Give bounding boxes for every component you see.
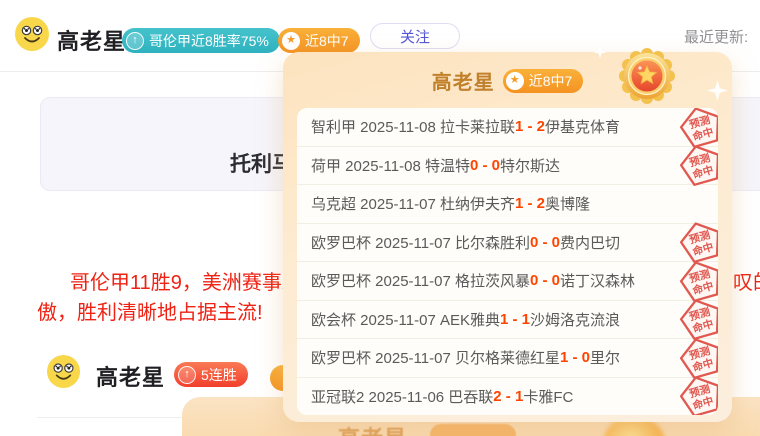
match-score: 1 - 2	[515, 195, 545, 212]
article-red-text-line1-tail: 叹的	[733, 266, 760, 295]
match-prefix: 荷甲 2025-11-08 特温特	[311, 155, 470, 176]
match-away: 卡雅FC	[523, 386, 573, 407]
star-icon: ★	[506, 72, 524, 90]
last-updated-label: 最近更新:	[684, 26, 748, 47]
star-icon: ★	[282, 32, 300, 50]
match-prefix: 亚冠联2 2025-11-06 巴吞联	[311, 386, 493, 407]
ghost-user-name: 高老星	[338, 421, 407, 436]
prediction-row[interactable]: 乌克超 2025-11-07 杜纳伊夫齐1 - 2奥博隆	[297, 185, 718, 224]
match-prefix: 智利甲 2025-11-08 拉卡莱拉联	[311, 116, 515, 137]
match-away: 特尔斯达	[500, 155, 560, 176]
article-red-text-line1: 哥伦甲11胜9，美洲赛事发	[70, 266, 302, 295]
match-away: 奥博隆	[545, 193, 590, 214]
streak-rate-label: 哥伦甲近8胜率75%	[149, 31, 269, 51]
streak-rate-badge: ↑ 哥伦甲近8胜率75%	[122, 28, 280, 53]
prediction-row[interactable]: 欧罗巴杯 2025-11-07 贝尔格莱德红星1 - 0里尔 预测 命中	[297, 339, 718, 378]
popup-hits-badge: ★ 近8中7	[503, 69, 584, 93]
gold-medal-icon	[617, 46, 677, 106]
prediction-row[interactable]: 亚冠联2 2025-11-06 巴吞联2 - 1卡雅FC 预测 命中	[297, 378, 718, 416]
hits-badge: ★ 近8中7	[278, 28, 360, 53]
popup-hits-label: 近8中7	[529, 71, 573, 91]
prediction-row[interactable]: 智利甲 2025-11-08 拉卡莱拉联1 - 2伊基克体育 预测 命中	[297, 108, 718, 147]
user-name-2[interactable]: 高老星	[96, 360, 165, 392]
up-arrow-icon: ↑	[126, 32, 144, 50]
match-prefix: 欧罗巴杯 2025-11-07 比尔森胜利	[311, 232, 530, 253]
match-prefix: 欧罗巴杯 2025-11-07 格拉茨风暴	[311, 270, 530, 291]
match-score: 2 - 1	[493, 388, 523, 405]
match-away: 沙姆洛克流浪	[530, 309, 620, 330]
prediction-row[interactable]: 欧会杯 2025-11-07 AEK雅典1 - 1沙姆洛克流浪 预测 命中	[297, 301, 718, 340]
match-prefix: 乌克超 2025-11-07 杜纳伊夫齐	[311, 193, 515, 214]
ghost-badge	[430, 424, 516, 436]
prediction-list: 智利甲 2025-11-08 拉卡莱拉联1 - 2伊基克体育 预测 命中 荷甲 …	[297, 108, 718, 415]
prediction-row[interactable]: 欧罗巴杯 2025-11-07 比尔森胜利0 - 0费内巴切 预测 命中	[297, 224, 718, 263]
win-streak-label: 5连胜	[201, 365, 237, 385]
match-score: 1 - 2	[515, 118, 545, 135]
match-score: 1 - 0	[560, 349, 590, 366]
match-prefix: 欧罗巴杯 2025-11-07 贝尔格莱德红星	[311, 347, 560, 368]
match-away: 里尔	[590, 347, 620, 368]
match-away: 伊基克体育	[545, 116, 620, 137]
match-score: 0 - 0	[470, 157, 500, 174]
match-score: 0 - 0	[530, 272, 560, 289]
hits-label: 近8中7	[305, 31, 349, 51]
match-score: 1 - 1	[500, 311, 530, 328]
match-away: 费内巴切	[560, 232, 620, 253]
match-prefix: 欧会杯 2025-11-07 AEK雅典	[311, 309, 500, 330]
user-avatar-icon-2[interactable]	[46, 354, 81, 389]
prediction-row[interactable]: 荷甲 2025-11-08 特温特0 - 0特尔斯达 预测 命中	[297, 147, 718, 186]
match-score: 0 - 0	[530, 234, 560, 251]
match-away: 诺丁汉森林	[560, 270, 635, 291]
article-red-text-line2: 傲，胜利清晰地占据主流!	[37, 296, 263, 325]
prediction-row[interactable]: 欧罗巴杯 2025-11-07 格拉茨风暴0 - 0诺丁汉森林 预测 命中	[297, 262, 718, 301]
user-avatar-icon[interactable]	[14, 16, 50, 52]
win-streak-badge: ↑ 5连胜	[174, 362, 248, 387]
prediction-history-popup: 高老星 ★ 近8中7 智利甲 2025-11-08 拉卡莱拉联1 - 2伊基克体…	[283, 52, 732, 422]
user-name[interactable]: 高老星	[57, 24, 126, 56]
follow-button[interactable]: 关注	[370, 23, 460, 49]
up-arrow-icon: ↑	[178, 366, 196, 384]
popup-user-name: 高老星	[432, 66, 495, 95]
page: 高老星 ↑ 哥伦甲近8胜率75% ★ 近8中7 关注 最近更新: 托利马 哥伦甲…	[0, 0, 760, 436]
